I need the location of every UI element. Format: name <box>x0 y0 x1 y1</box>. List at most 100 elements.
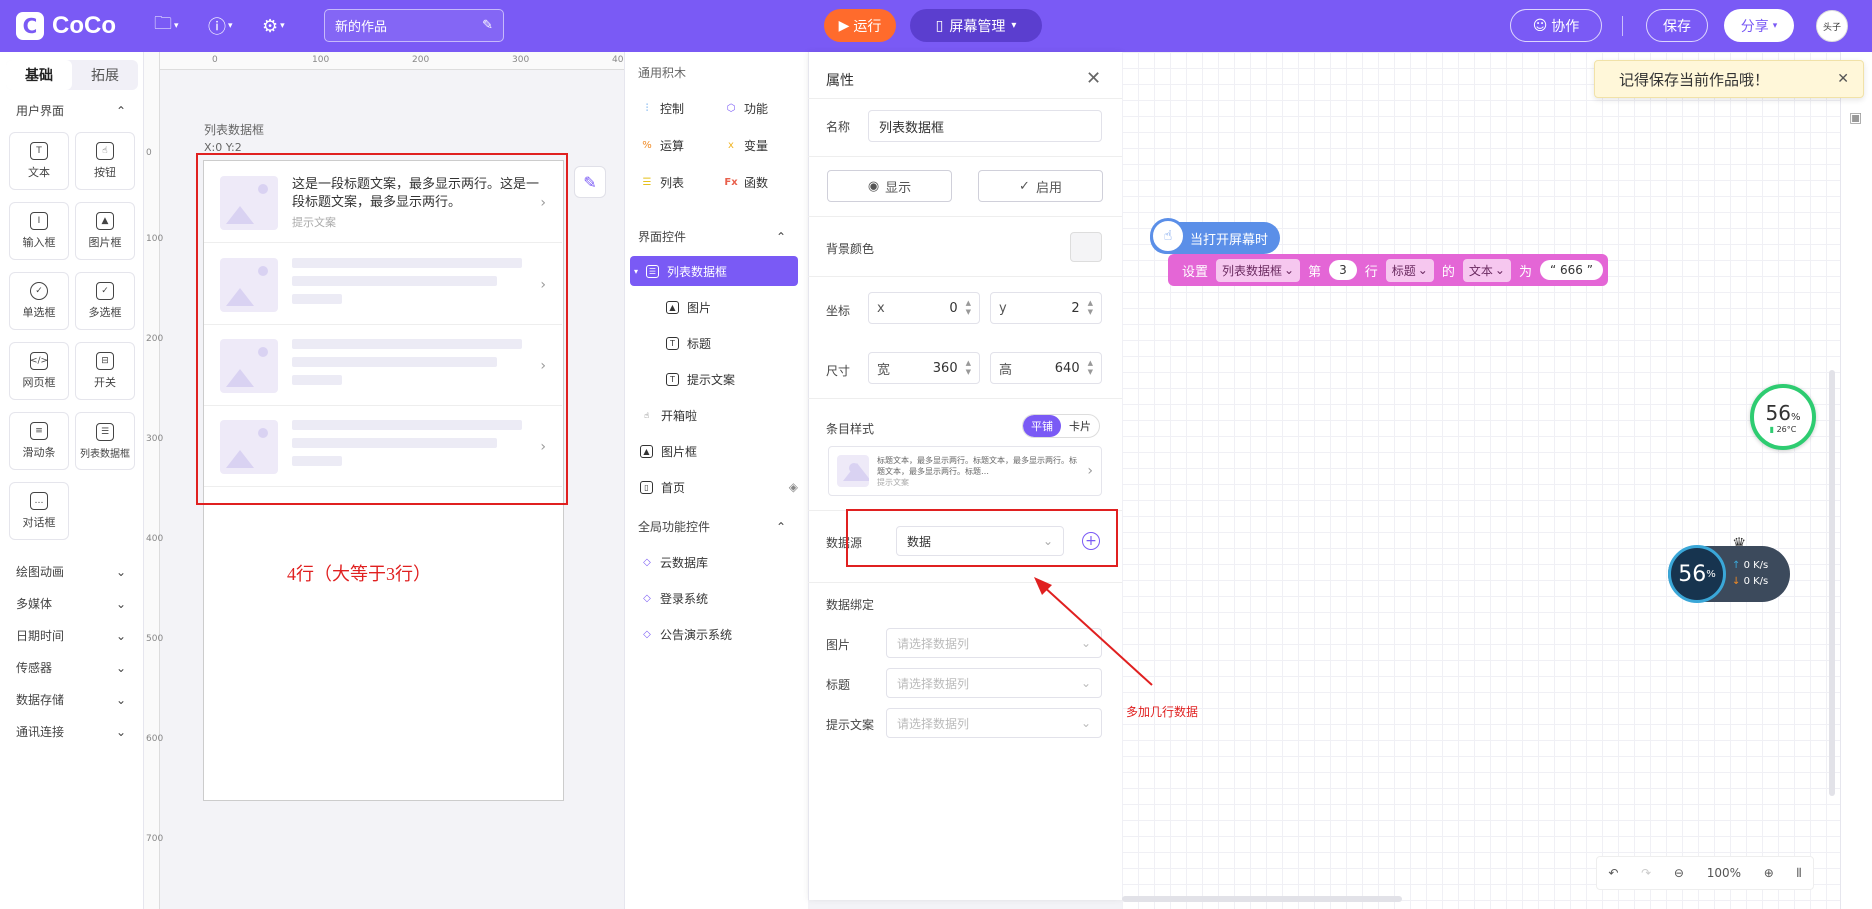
avatar[interactable]: 头子 <box>1816 10 1848 42</box>
width-input[interactable]: 宽 360 ▲ ▼ <box>868 352 980 384</box>
block-control[interactable]: ⫶ 控制 <box>640 100 684 117</box>
x-input[interactable]: x 0 ▲ ▼ <box>868 292 980 324</box>
tree-label: 图片 <box>687 300 712 315</box>
zoom-level: 100% <box>1706 866 1742 880</box>
component-button[interactable]: ☝ 按钮 <box>75 132 135 190</box>
section-media[interactable]: 多媒体 ⌄ <box>16 595 126 612</box>
block-function[interactable]: ⬡ 功能 <box>724 100 768 117</box>
stepper-icon[interactable]: ▲ ▼ <box>966 299 971 317</box>
block-math-function[interactable]: Fx 函数 <box>724 174 768 191</box>
network-speed-widget[interactable]: 56% ↑ 0 K/s ↓ 0 K/s <box>1668 545 1790 603</box>
component-radio[interactable]: ✓ 单选框 <box>9 272 69 330</box>
user-icon: ☺ <box>1532 17 1548 34</box>
bg-color-swatch[interactable] <box>1070 232 1102 262</box>
properties-title: 属性 <box>826 73 854 89</box>
chevron-down-icon: ▾ <box>634 266 639 276</box>
tree-item-list[interactable]: ▾ ☰ 列表数据框 <box>630 256 798 286</box>
component-dialog[interactable]: … 对话框 <box>9 482 69 540</box>
section-datetime[interactable]: 日期时间 ⌄ <box>16 627 126 644</box>
screen-manage-button[interactable]: ▯ 屏幕管理 ▾ <box>910 9 1042 42</box>
block-label: 函数 <box>744 176 769 190</box>
field-dropdown[interactable]: 标题 ⌄ <box>1385 258 1434 282</box>
name-input[interactable]: 列表数据框 <box>868 110 1102 142</box>
stepper-icon[interactable]: ▲ ▼ <box>1088 359 1093 377</box>
close-icon[interactable]: ✕ <box>1837 71 1849 87</box>
section-drawing[interactable]: 绘图动画 ⌄ <box>16 563 126 580</box>
component-switch[interactable]: ⊟ 开关 <box>75 342 135 400</box>
stepper-icon[interactable]: ▲ ▼ <box>1088 299 1093 317</box>
component-webview[interactable]: </> 网页框 <box>9 342 69 400</box>
help-menu-button[interactable]: ⓘ ▾ <box>208 14 233 38</box>
component-input[interactable]: I 输入框 <box>9 202 69 260</box>
set-block[interactable]: 设置 列表数据框 ⌄ 第 3 行 标题 ⌄ 的 文本 ⌄ 为 “ 666 ” <box>1168 254 1608 286</box>
align-icon[interactable]: ⫴ <box>1797 866 1802 881</box>
run-button[interactable]: ▶ 运行 <box>824 9 896 42</box>
row-input[interactable]: 3 <box>1329 260 1357 280</box>
block-operator[interactable]: % 运算 <box>640 137 684 154</box>
enable-button[interactable]: ✓ 启用 <box>978 170 1103 202</box>
scrollbar-vertical[interactable] <box>1829 370 1835 796</box>
net-unit: % <box>1706 568 1716 580</box>
inbox-icon[interactable]: ▣ <box>1849 110 1862 126</box>
chevron-down-icon: ⌄ <box>1494 263 1505 277</box>
style-card[interactable]: 卡片 <box>1061 415 1099 437</box>
chevron-down-icon: ⌄ <box>115 628 126 643</box>
scrollbar-horizontal[interactable] <box>1122 896 1402 902</box>
section-comm[interactable]: 通讯连接 ⌄ <box>16 723 126 740</box>
tab-basic[interactable]: 基础 <box>6 60 72 90</box>
item-style-toggle[interactable]: 平铺 卡片 <box>1022 414 1100 438</box>
value-input[interactable]: “ 666 ” <box>1539 260 1603 280</box>
style-tile[interactable]: 平铺 <box>1023 415 1061 437</box>
global-notice[interactable]: ◇ 公告演示系统 <box>640 626 732 643</box>
zoom-toolbar: ↶ ↷ ⊖ 100% ⊕ ⫴ <box>1596 856 1814 890</box>
component-slider[interactable]: ≡ 滑动条 <box>9 412 69 470</box>
global-controls-title[interactable]: 全局功能控件 ⌃ <box>638 518 786 535</box>
blocks-workspace[interactable] <box>1122 52 1840 909</box>
variable-icon: x <box>728 140 734 151</box>
redo-icon[interactable]: ↷ <box>1641 866 1651 880</box>
tree-item-title[interactable]: T 标题 <box>630 328 798 358</box>
share-button[interactable]: 分享 ▾ <box>1724 9 1794 42</box>
global-cloud-db[interactable]: ◇ 云数据库 <box>640 554 708 571</box>
annotation-arrow <box>1034 577 1153 686</box>
height-input[interactable]: 高 640 ▲ ▼ <box>990 352 1102 384</box>
component-checkbox[interactable]: ✓ 多选框 <box>75 272 135 330</box>
zoom-in-icon[interactable]: ⊕ <box>1764 866 1774 880</box>
target-dropdown[interactable]: 列表数据框 ⌄ <box>1216 258 1301 282</box>
y-input[interactable]: y 2 ▲ ▼ <box>990 292 1102 324</box>
file-menu-button[interactable]: 🗀 ▾ <box>154 13 179 38</box>
save-button[interactable]: 保存 <box>1646 9 1708 42</box>
show-button[interactable]: ◉ 显示 <box>827 170 952 202</box>
tree-item-home[interactable]: ▯ 首页 ◈ <box>630 472 798 502</box>
x-label: x <box>877 300 885 316</box>
image-icon: ▲ <box>96 212 114 230</box>
tree-item-hint[interactable]: T 提示文案 <box>630 364 798 394</box>
tree-item-image-box[interactable]: ▲ 图片框 <box>630 436 798 466</box>
block-variable[interactable]: x 变量 <box>724 137 768 154</box>
section-storage[interactable]: 数据存储 ⌄ <box>16 691 126 708</box>
bind-hint-select[interactable]: 请选择数据列 ⌄ <box>886 708 1102 738</box>
prop-dropdown[interactable]: 文本 ⌄ <box>1462 258 1511 282</box>
close-icon[interactable]: ✕ <box>1086 68 1101 89</box>
tab-extend[interactable]: 拓展 <box>72 60 138 90</box>
collab-button[interactable]: ☺ 协作 <box>1510 9 1602 42</box>
stepper-icon[interactable]: ▲ ▼ <box>966 359 971 377</box>
global-login[interactable]: ◇ 登录系统 <box>640 590 708 607</box>
component-image[interactable]: ▲ 图片框 <box>75 202 135 260</box>
section-sensor[interactable]: 传感器 ⌄ <box>16 659 126 676</box>
settings-menu-button[interactable]: ⚙ ▾ <box>262 14 285 38</box>
tree-item-unbox[interactable]: ☝ 开箱啦 <box>630 400 798 430</box>
cpu-gauge-widget[interactable]: 56% ▮ 26°C <box>1750 384 1816 450</box>
work-name-input[interactable]: 新的作品 ✎ <box>324 9 504 42</box>
item-style-preview[interactable]: 标题文本，最多显示两行。标题文本，最多显示两行。标题文本，最多显示两行。标题… … <box>828 446 1102 496</box>
component-label: 图片框 <box>88 236 122 249</box>
block-list[interactable]: ☰ 列表 <box>640 174 685 191</box>
tree-item-image[interactable]: ▲ 图片 <box>630 292 798 322</box>
ui-controls-title[interactable]: 界面控件 ⌃ <box>638 228 786 245</box>
undo-icon[interactable]: ↶ <box>1608 866 1618 880</box>
component-list[interactable]: ☰ 列表数据框 <box>75 412 135 470</box>
component-text[interactable]: T 文本 <box>9 132 69 190</box>
zoom-out-icon[interactable]: ⊖ <box>1674 866 1684 880</box>
section-user-interface[interactable]: 用户界面 ⌃ <box>16 102 126 119</box>
edit-widget-button[interactable]: ✎ <box>574 166 606 198</box>
